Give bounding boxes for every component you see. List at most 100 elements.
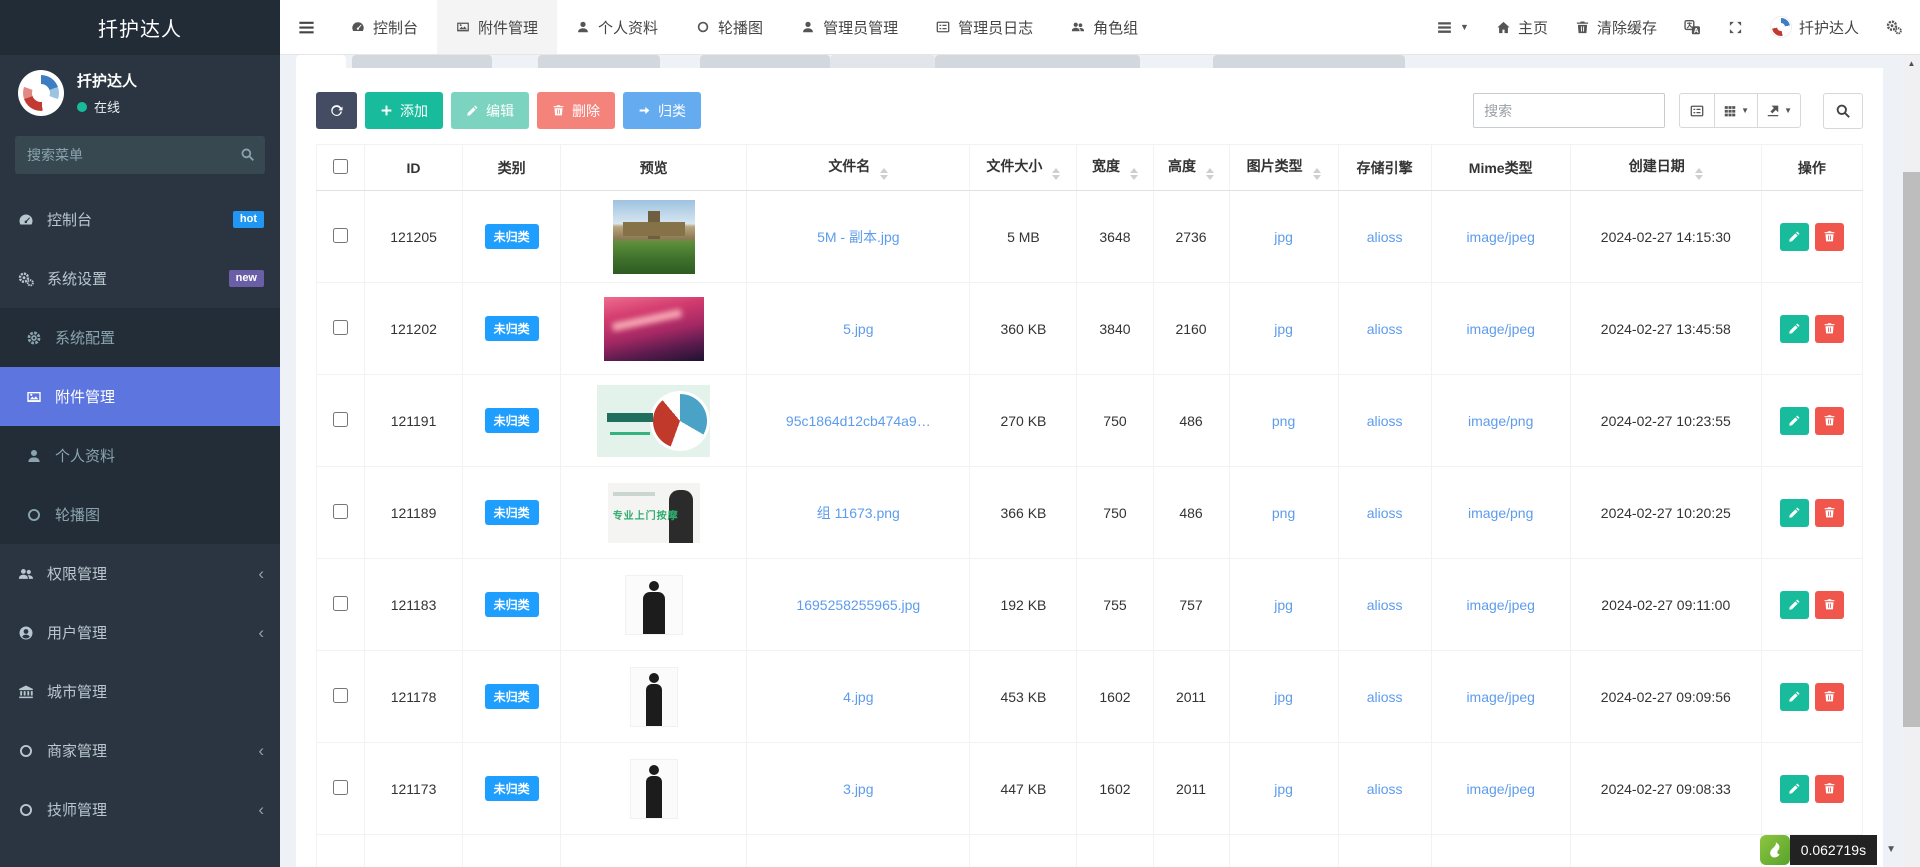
sidebar-item[interactable]: 用户管理‹	[0, 603, 280, 662]
storage-link[interactable]: alioss	[1367, 413, 1403, 429]
mimetype-link[interactable]: image/jpeg	[1466, 229, 1535, 245]
filename-link[interactable]: 1695258255965.jpg	[796, 597, 920, 613]
user-avatar[interactable]	[18, 70, 64, 116]
column-header[interactable]: 创建日期	[1570, 145, 1761, 191]
background-tab[interactable]	[538, 55, 660, 68]
row-checkbox[interactable]	[333, 596, 348, 611]
mimetype-link[interactable]: image/jpeg	[1466, 689, 1535, 705]
sidebar-item[interactable]: 系统设置new	[0, 249, 280, 308]
background-tab[interactable]	[700, 55, 830, 68]
row-checkbox[interactable]	[333, 228, 348, 243]
filename-link[interactable]: 5.jpg	[843, 321, 873, 337]
column-header[interactable]: 宽度	[1077, 145, 1153, 191]
row-delete-button[interactable]	[1815, 591, 1844, 619]
storage-link[interactable]: alioss	[1367, 229, 1403, 245]
storage-link[interactable]: alioss	[1367, 689, 1403, 705]
navbar-tab[interactable]: 轮播图	[677, 0, 782, 54]
row-delete-button[interactable]	[1815, 407, 1844, 435]
table-search-input[interactable]	[1473, 93, 1665, 128]
classify-button[interactable]: 归类	[623, 92, 701, 129]
settings-gears-icon[interactable]	[1886, 19, 1902, 35]
background-tab[interactable]	[296, 55, 346, 68]
home-button[interactable]: 主页	[1496, 17, 1548, 38]
preview-image[interactable]	[597, 385, 710, 457]
background-tab[interactable]	[352, 55, 492, 68]
sidebar-subitem[interactable]: 个人资料	[0, 426, 280, 485]
row-checkbox[interactable]	[333, 780, 348, 795]
refresh-button[interactable]	[316, 92, 357, 129]
filename-link[interactable]: 4.jpg	[843, 689, 873, 705]
row-edit-button[interactable]	[1780, 223, 1809, 251]
row-delete-button[interactable]	[1815, 315, 1844, 343]
sidebar-search-input[interactable]	[15, 136, 265, 174]
storage-link[interactable]: alioss	[1367, 781, 1403, 797]
fullscreen-icon[interactable]	[1728, 20, 1743, 35]
filename-link[interactable]: 5M - 副本.jpg	[817, 229, 899, 245]
trace-caret-icon[interactable]: ▼	[1886, 844, 1896, 855]
mimetype-link[interactable]: image/jpeg	[1466, 321, 1535, 337]
preview-image[interactable]	[613, 200, 695, 274]
storage-link[interactable]: alioss	[1367, 321, 1403, 337]
background-tab[interactable]	[830, 55, 935, 68]
preview-image[interactable]	[630, 667, 678, 727]
delete-button[interactable]: 删除	[537, 92, 615, 129]
mimetype-link[interactable]: image/jpeg	[1466, 781, 1535, 797]
sidebar-item[interactable]: 权限管理‹	[0, 544, 280, 603]
column-header[interactable]: 图片类型	[1229, 145, 1338, 191]
sidebar-item[interactable]: 城市管理	[0, 662, 280, 721]
navbar-tab[interactable]: 管理员管理	[782, 0, 917, 54]
detail-view-button[interactable]	[1679, 93, 1715, 128]
sidebar-item[interactable]: 技师管理‹	[0, 780, 280, 839]
row-edit-button[interactable]	[1780, 591, 1809, 619]
column-header[interactable]: 文件大小	[970, 145, 1077, 191]
columns-button[interactable]: ▼	[1714, 93, 1758, 128]
row-delete-button[interactable]	[1815, 499, 1844, 527]
row-delete-button[interactable]	[1815, 683, 1844, 711]
clear-cache-button[interactable]: 清除缓存	[1575, 17, 1657, 38]
preview-image[interactable]: 专业上门按摩	[608, 483, 700, 543]
storage-link[interactable]: alioss	[1367, 597, 1403, 613]
storage-link[interactable]: alioss	[1367, 505, 1403, 521]
add-button[interactable]: 添加	[365, 92, 443, 129]
sidebar-item[interactable]: 商家管理‹	[0, 721, 280, 780]
sidebar-subitem[interactable]: 附件管理	[0, 367, 280, 426]
vertical-scrollbar[interactable]: ▲	[1903, 55, 1920, 867]
thinkphp-flame-icon[interactable]	[1760, 835, 1790, 865]
search-submit-button[interactable]	[1823, 93, 1863, 129]
row-delete-button[interactable]	[1815, 775, 1844, 803]
navbar-tab[interactable]: 个人资料	[557, 0, 677, 54]
filename-link[interactable]: 3.jpg	[843, 781, 873, 797]
sidebar-subitem[interactable]: 轮播图	[0, 485, 280, 544]
edit-button[interactable]: 编辑	[451, 92, 529, 129]
row-edit-button[interactable]	[1780, 683, 1809, 711]
sidebar-subitem[interactable]: 系统配置	[0, 308, 280, 367]
preview-image[interactable]	[625, 575, 683, 635]
sidebar-item[interactable]: 控制台hot	[0, 190, 280, 249]
row-checkbox[interactable]	[333, 412, 348, 427]
language-icon[interactable]	[1684, 19, 1701, 36]
row-edit-button[interactable]	[1780, 775, 1809, 803]
export-button[interactable]: ▼	[1757, 93, 1801, 128]
row-checkbox[interactable]	[333, 504, 348, 519]
row-checkbox[interactable]	[333, 320, 348, 335]
filename-link[interactable]: 95c1864d12cb474a9…	[786, 413, 931, 429]
row-delete-button[interactable]	[1815, 223, 1844, 251]
select-all-checkbox[interactable]	[333, 159, 348, 174]
imagetype-link[interactable]: jpg	[1274, 597, 1293, 613]
navbar-tab[interactable]: 角色组	[1052, 0, 1157, 54]
row-edit-button[interactable]	[1780, 315, 1809, 343]
column-header[interactable]: 文件名	[747, 145, 970, 191]
imagetype-link[interactable]: jpg	[1274, 321, 1293, 337]
background-tab[interactable]	[1213, 55, 1405, 68]
imagetype-link[interactable]: png	[1272, 413, 1295, 429]
scrollbar-up-arrow[interactable]: ▲	[1903, 55, 1920, 72]
tab-list-dropdown[interactable]: ▼	[1436, 19, 1469, 36]
row-edit-button[interactable]	[1780, 499, 1809, 527]
imagetype-link[interactable]: jpg	[1274, 781, 1293, 797]
row-edit-button[interactable]	[1780, 407, 1809, 435]
imagetype-link[interactable]: png	[1272, 505, 1295, 521]
preview-image[interactable]	[604, 297, 704, 361]
imagetype-link[interactable]: jpg	[1274, 689, 1293, 705]
background-tab[interactable]	[935, 55, 1140, 68]
navbar-tab[interactable]: 管理员日志	[917, 0, 1052, 54]
